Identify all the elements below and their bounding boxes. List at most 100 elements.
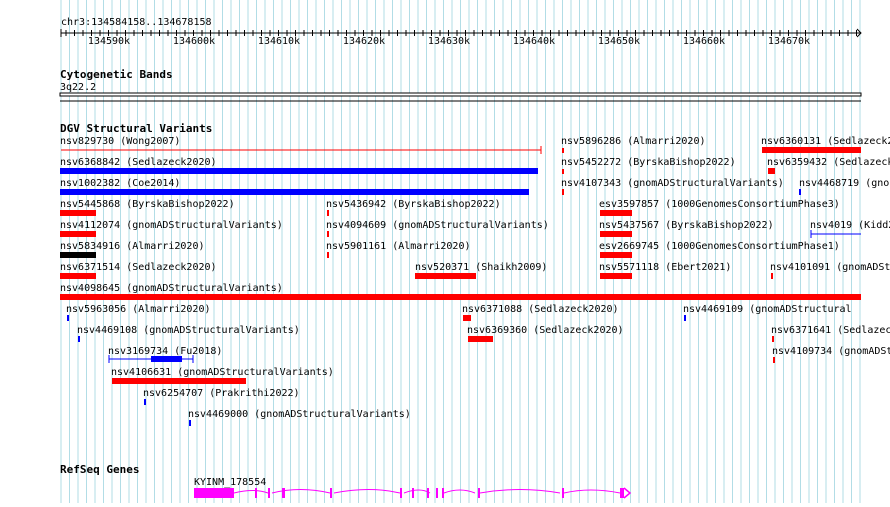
variant-label[interactable]: esv2669745 (1000GenomesConsortiumPhase1): [599, 241, 840, 252]
gene-exon[interactable]: [255, 488, 257, 498]
gene-exon[interactable]: [478, 488, 480, 498]
gene-exon[interactable]: [436, 488, 438, 498]
variant-bar[interactable]: [60, 252, 96, 258]
variant-bar[interactable]: [327, 231, 329, 237]
variant-label[interactable]: nsv5445868 (ByrskaBishop2022): [60, 199, 235, 210]
variant-label[interactable]: nsv4109734 (gnomADSt: [772, 346, 890, 357]
gene-strand-arrow: [623, 487, 632, 499]
track-canvas: chr3:134584158..134678158 134590k 134600…: [59, 0, 890, 503]
variant-label[interactable]: nsv4019 (Kidd2: [810, 220, 890, 231]
gene-exon[interactable]: [427, 488, 429, 498]
ruler-tick-label: 134640k: [513, 36, 555, 47]
gene-exon[interactable]: [412, 488, 414, 498]
track-title-refseq[interactable]: RefSeq Genes: [60, 463, 139, 476]
ruler-tick-label: 134670k: [768, 36, 810, 47]
gene-label[interactable]: KYINM_178554: [194, 477, 266, 488]
ruler-tick-label: 134600k: [173, 36, 215, 47]
variant-bar[interactable]: [415, 273, 476, 279]
variant-bar[interactable]: [327, 210, 329, 216]
variant-bar[interactable]: [771, 273, 773, 279]
variant-bar[interactable]: [600, 273, 632, 279]
variant-label[interactable]: nsv6369360 (Sedlazeck2020): [467, 325, 624, 336]
variant-bar[interactable]: [684, 315, 686, 321]
variant-label[interactable]: nsv5436942 (ByrskaBishop2022): [326, 199, 501, 210]
gene-exon[interactable]: [400, 488, 402, 498]
gene-exon[interactable]: [268, 488, 270, 498]
variant-label[interactable]: nsv5963056 (Almarri2020): [66, 304, 211, 315]
variant-bar[interactable]: [562, 148, 564, 153]
genome-browser-view: chr3:134584158..134678158 134590k 134600…: [0, 0, 890, 503]
variant-label[interactable]: nsv4469000 (gnomADStructuralVariants): [188, 409, 411, 420]
ruler-tick-label: 134650k: [598, 36, 640, 47]
variant-bar[interactable]: [600, 210, 632, 216]
variant-bar[interactable]: [772, 336, 774, 342]
variant-bar[interactable]: [112, 378, 246, 384]
variant-bar[interactable]: [562, 169, 564, 174]
track-title-cytobands[interactable]: Cytogenetic Bands: [60, 68, 173, 81]
ruler-tick-label: 134630k: [428, 36, 470, 47]
variant-bar[interactable]: [151, 356, 182, 362]
variant-label[interactable]: nsv829730 (Wong2007): [60, 136, 180, 147]
dgv-track: DGV Structural Variants nsv829730 (Wong2…: [60, 122, 890, 426]
variant-label[interactable]: nsv6371514 (Sedlazeck2020): [60, 262, 217, 273]
variant-bar[interactable]: [562, 189, 564, 195]
variant-bar[interactable]: [60, 189, 529, 195]
track-title-dgv[interactable]: DGV Structural Variants: [60, 122, 212, 135]
gene-exon[interactable]: [194, 488, 234, 498]
variant-bar[interactable]: [144, 399, 146, 405]
variant-label[interactable]: nsv4469109 (gnomADStructural: [683, 304, 852, 315]
variant-bar[interactable]: [60, 231, 96, 237]
variant-label[interactable]: nsv4112074 (gnomADStructuralVariants): [60, 220, 283, 231]
variant-bar[interactable]: [67, 315, 69, 321]
variant-label[interactable]: nsv4106631 (gnomADStructuralVariants): [111, 367, 334, 378]
variant-label[interactable]: nsv6254707 (Prakrithi2022): [143, 388, 300, 399]
variant-label[interactable]: nsv4094609 (gnomADStructuralVariants): [326, 220, 549, 231]
variant-bar[interactable]: [60, 168, 538, 174]
variant-label[interactable]: nsv4107343 (gnomADStructuralVariants): [561, 178, 784, 189]
variant-label[interactable]: esv3597857 (1000GenomesConsortiumPhase3): [599, 199, 840, 210]
variant-bar[interactable]: [762, 147, 861, 153]
cytoband-bar[interactable]: [59, 92, 862, 97]
variant-label[interactable]: nsv3169734 (Fu2018): [108, 346, 222, 357]
gene-exon[interactable]: [620, 488, 624, 498]
variant-label[interactable]: nsv4101091 (gnomADSt: [770, 262, 890, 273]
variant-label[interactable]: nsv4468719 (gno: [799, 178, 889, 189]
variant-bar[interactable]: [468, 336, 493, 342]
variant-label[interactable]: nsv5896286 (Almarri2020): [561, 136, 706, 147]
variant-label[interactable]: nsv6371641 (Sedlazeck: [771, 325, 890, 336]
variant-label[interactable]: nsv520371 (Shaikh2009): [415, 262, 547, 273]
variant-label[interactable]: nsv1002382 (Coe2014): [60, 178, 180, 189]
variant-label[interactable]: nsv6368842 (Sedlazeck2020): [60, 157, 217, 168]
variant-bar[interactable]: [463, 315, 471, 321]
variant-label[interactable]: nsv5901161 (Almarri2020): [326, 241, 471, 252]
gene-exon[interactable]: [562, 488, 564, 498]
variant-label[interactable]: nsv5452272 (ByrskaBishop2022): [561, 157, 736, 168]
variant-bar[interactable]: [773, 357, 775, 363]
variant-bar[interactable]: [327, 252, 329, 258]
cytoband-label: 3q22.2: [60, 82, 96, 93]
variant-label[interactable]: nsv6360131 (Sedlazeck2: [761, 136, 890, 147]
variant-label[interactable]: nsv6371088 (Sedlazeck2020): [462, 304, 619, 315]
ruler-tick-label: 134620k: [343, 36, 385, 47]
variant-bar[interactable]: [768, 168, 775, 174]
variant-bar[interactable]: [60, 273, 96, 279]
variant-bar[interactable]: [600, 252, 632, 258]
variant-label[interactable]: nsv5571118 (Ebert2021): [599, 262, 731, 273]
variant-bar[interactable]: [600, 231, 632, 237]
ruler-tick-label: 134660k: [683, 36, 725, 47]
gene-exon[interactable]: [442, 488, 444, 498]
gene-exon[interactable]: [330, 488, 332, 498]
gene-exon[interactable]: [282, 488, 285, 498]
location-label: chr3:134584158..134678158: [61, 17, 212, 28]
variant-bar[interactable]: [189, 420, 191, 426]
variant-label[interactable]: nsv6359432 (Sedlazeck: [767, 157, 890, 168]
variant-label[interactable]: nsv5834916 (Almarri2020): [60, 241, 205, 252]
variant-bar[interactable]: [799, 189, 801, 195]
variant-bar[interactable]: [60, 294, 861, 300]
ruler-tick-label: 134590k: [88, 36, 130, 47]
variant-bar[interactable]: [60, 210, 96, 216]
variant-label[interactable]: nsv5437567 (ByrskaBishop2022): [599, 220, 774, 231]
variant-label[interactable]: nsv4098645 (gnomADStructuralVariants): [60, 283, 283, 294]
variant-label[interactable]: nsv4469108 (gnomADStructuralVariants): [77, 325, 300, 336]
variant-bar[interactable]: [78, 336, 80, 342]
